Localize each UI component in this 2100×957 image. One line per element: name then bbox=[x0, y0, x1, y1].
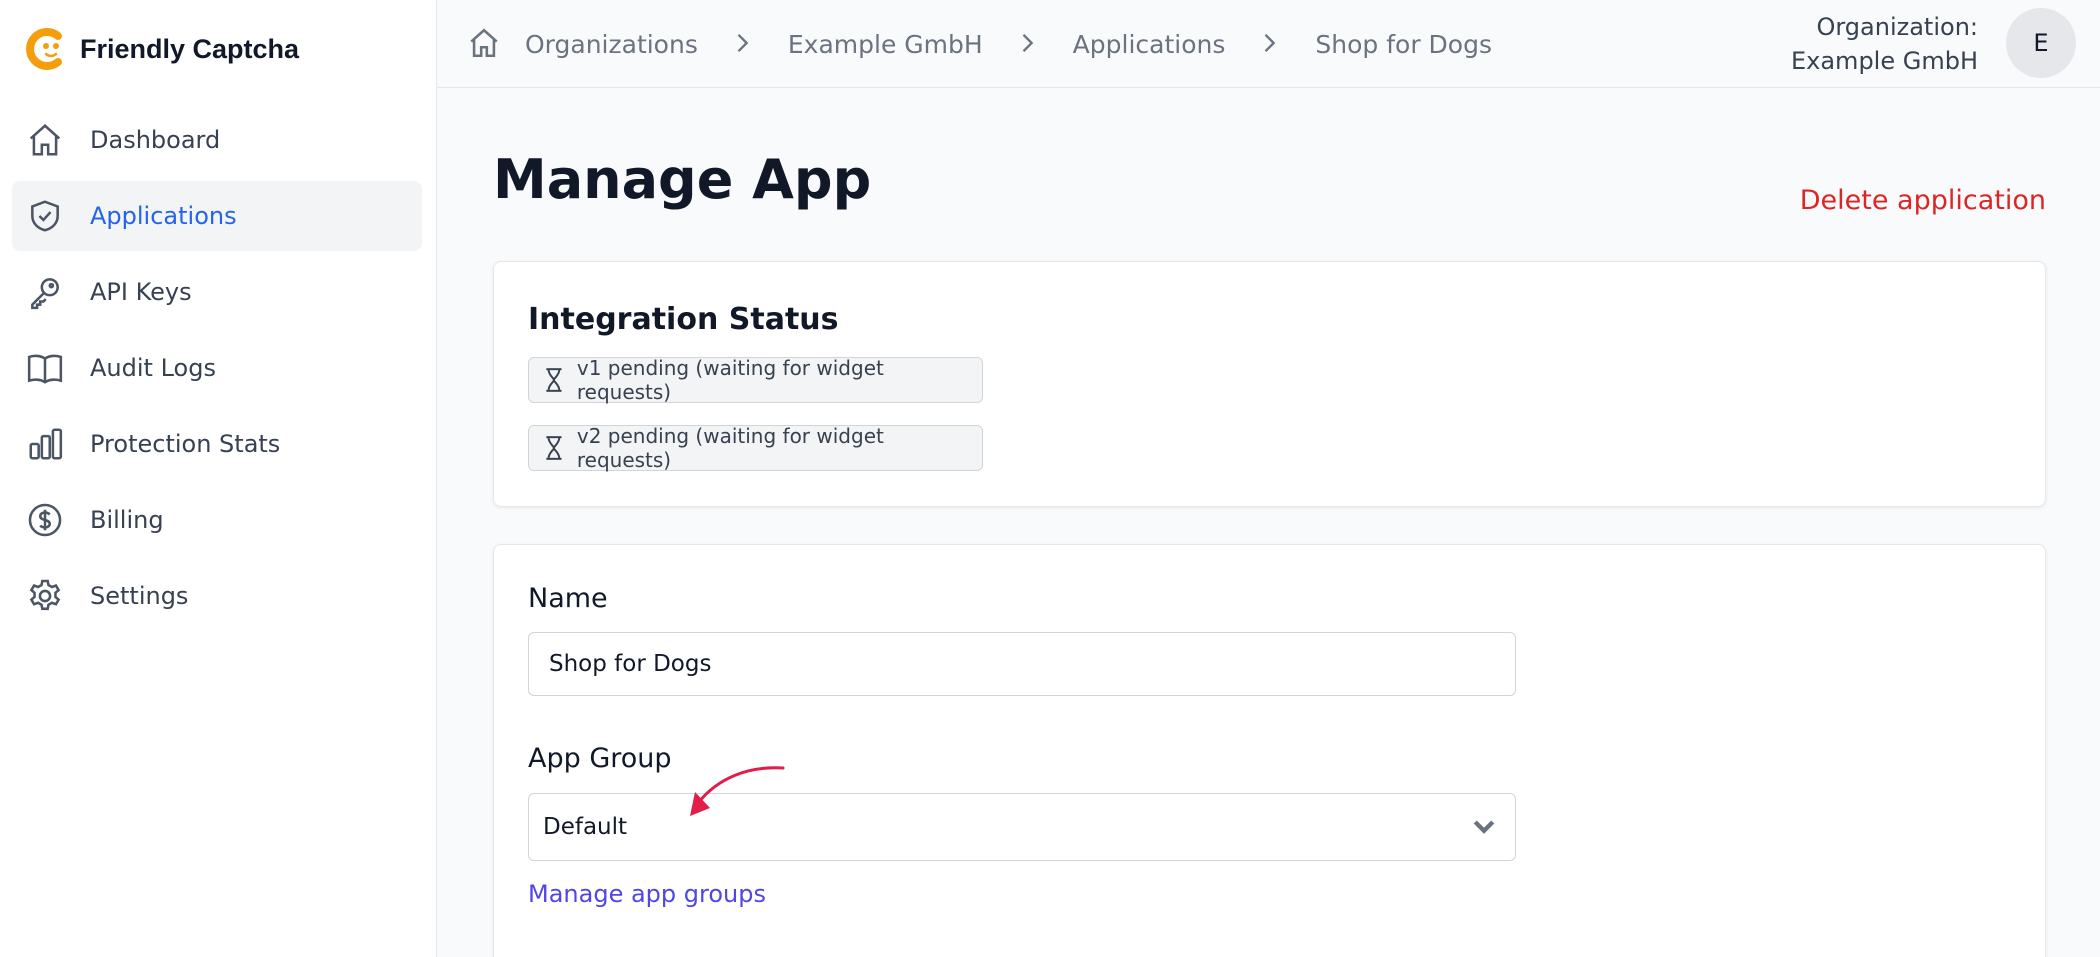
hourglass-icon bbox=[546, 436, 562, 460]
breadcrumb-applications[interactable]: Applications bbox=[1073, 30, 1226, 59]
organization-name: Example GmbH bbox=[1790, 47, 1978, 75]
page-title: Manage App bbox=[493, 148, 872, 211]
home-icon[interactable] bbox=[467, 26, 503, 62]
sidebar-item-label: Settings bbox=[90, 582, 189, 610]
manage-app-groups-link[interactable]: Manage app groups bbox=[528, 880, 766, 908]
dollar-circle-icon bbox=[26, 501, 64, 539]
sidebar-item-protection-stats[interactable]: Protection Stats bbox=[12, 409, 422, 479]
chevron-right-icon bbox=[1255, 29, 1285, 59]
name-label: Name bbox=[528, 583, 608, 614]
sidebar-item-audit-logs[interactable]: Audit Logs bbox=[12, 333, 422, 403]
sidebar: Friendly Captcha Dashboard Applications … bbox=[0, 0, 437, 957]
delete-application-button[interactable]: Delete application bbox=[1800, 185, 2046, 216]
status-badge-v2: v2 pending (waiting for widget requests) bbox=[528, 424, 983, 472]
home-icon bbox=[26, 121, 64, 159]
avatar[interactable]: E bbox=[2006, 8, 2076, 78]
breadcrumb: Organizations Example GmbH Applications … bbox=[467, 24, 1492, 64]
organization-label: Organization: bbox=[1816, 13, 1978, 41]
sidebar-nav: Dashboard Applications API Keys Audit Lo… bbox=[12, 105, 422, 637]
integration-status-card: Integration Status v1 pending (waiting f… bbox=[493, 261, 2046, 507]
chevron-right-icon bbox=[1013, 29, 1043, 59]
status-badge-text: v1 pending (waiting for widget requests) bbox=[576, 356, 884, 404]
top-header: Organizations Example GmbH Applications … bbox=[437, 0, 2100, 88]
integration-status-title: Integration Status bbox=[528, 302, 839, 337]
sidebar-item-billing[interactable]: Billing bbox=[12, 485, 422, 555]
sidebar-item-label: Protection Stats bbox=[90, 430, 281, 458]
shield-check-icon bbox=[26, 197, 64, 235]
sidebar-item-label: Dashboard bbox=[90, 126, 221, 154]
app-settings-card: Name App Group Default Manage app groups bbox=[493, 544, 2046, 957]
app-name-input[interactable] bbox=[528, 632, 1516, 696]
chevron-right-icon bbox=[728, 29, 758, 59]
status-badge-text: v2 pending (waiting for widget requests) bbox=[576, 424, 884, 472]
chevron-down-icon bbox=[1469, 812, 1499, 842]
bar-chart-icon bbox=[26, 425, 64, 463]
brand-name: Friendly Captcha bbox=[80, 33, 300, 64]
app-group-selected-value: Default bbox=[543, 814, 628, 840]
breadcrumb-current-app[interactable]: Shop for Dogs bbox=[1315, 30, 1492, 59]
sidebar-item-label: API Keys bbox=[90, 278, 192, 306]
brand[interactable]: Friendly Captcha bbox=[24, 22, 299, 76]
friendly-captcha-logo-icon bbox=[26, 28, 62, 70]
sidebar-item-api-keys[interactable]: API Keys bbox=[12, 257, 422, 327]
hourglass-icon bbox=[546, 368, 562, 392]
key-icon bbox=[26, 273, 64, 311]
app-group-label: App Group bbox=[528, 743, 672, 774]
gear-icon bbox=[26, 577, 64, 615]
sidebar-item-settings[interactable]: Settings bbox=[12, 561, 422, 631]
sidebar-item-dashboard[interactable]: Dashboard bbox=[12, 105, 422, 175]
annotation-arrow-icon bbox=[690, 766, 785, 816]
book-icon bbox=[26, 349, 64, 387]
status-badge-v1: v1 pending (waiting for widget requests) bbox=[528, 356, 983, 404]
breadcrumb-organization[interactable]: Example GmbH bbox=[788, 30, 983, 59]
breadcrumb-organizations[interactable]: Organizations bbox=[525, 30, 698, 59]
organization-info: Organization: Example GmbH bbox=[1791, 10, 1978, 78]
sidebar-item-applications[interactable]: Applications bbox=[12, 181, 422, 251]
sidebar-item-label: Audit Logs bbox=[90, 354, 216, 382]
sidebar-item-label: Applications bbox=[90, 202, 237, 230]
sidebar-item-label: Billing bbox=[90, 506, 164, 534]
